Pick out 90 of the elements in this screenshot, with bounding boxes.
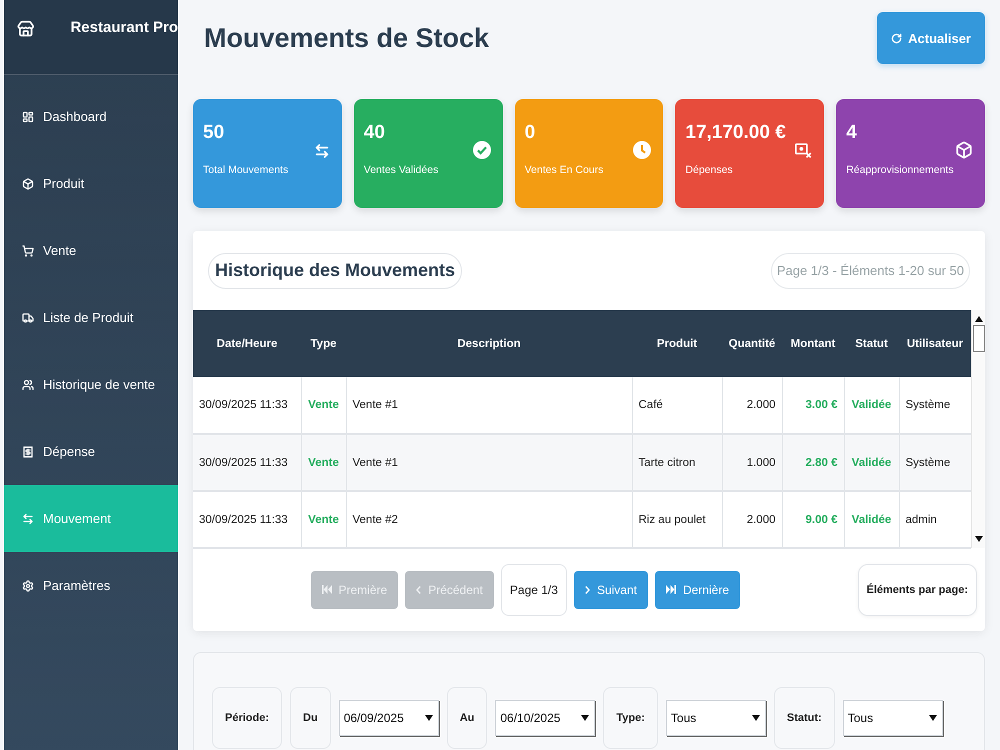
check-circle-icon: [472, 141, 491, 159]
table-cell: Validée: [844, 377, 899, 434]
swap-arrows-icon: [22, 512, 34, 524]
table-cell: admin: [899, 491, 971, 548]
table-cell: 1.000: [722, 434, 782, 491]
scrollbar[interactable]: [971, 310, 985, 548]
table-cell: 2.000: [722, 491, 782, 548]
sidebar-item[interactable]: Dashboard: [4, 83, 178, 150]
select-field[interactable]: 06/09/2025: [338, 700, 439, 736]
table-cell: Validée: [844, 434, 899, 491]
table-cell: 9.00 €: [782, 491, 844, 548]
bill-x-icon: [795, 143, 812, 159]
sidebar-item[interactable]: Vente: [4, 217, 178, 284]
table-cell: Vente #1: [346, 434, 632, 491]
caret-icon: [424, 715, 433, 721]
column-header: Description: [346, 310, 632, 377]
section-title: Historique des Mouvements: [208, 252, 462, 288]
page-title: Mouvements de Stock: [204, 22, 490, 54]
filter-label: Période:: [212, 687, 282, 749]
select-field[interactable]: Tous: [842, 700, 943, 736]
table-cell: Tarte citron: [632, 434, 722, 491]
cube-icon: [22, 178, 34, 190]
dashboard-icon: [22, 110, 34, 122]
stat-label: Réapprovisionnements: [846, 164, 955, 177]
column-header: Utilisateur: [899, 310, 971, 377]
filter-label: Du: [290, 687, 331, 749]
select-field[interactable]: Tous: [666, 700, 766, 736]
clock-icon: [633, 141, 652, 159]
page-size-label: Éléments par page:: [858, 564, 977, 616]
table-cell: 30/09/2025 11:33: [193, 434, 301, 491]
sidebar-item[interactable]: Liste de Produit: [4, 284, 178, 351]
select-field[interactable]: 06/10/2025: [495, 700, 596, 736]
filter-label: Au: [446, 687, 488, 749]
table-cell: Vente #2: [346, 491, 632, 548]
column-header: Date/Heure: [193, 310, 301, 377]
table-cell: 2.80 €: [782, 434, 844, 491]
filter-label: Statut:: [774, 687, 835, 749]
caret-icon: [928, 715, 937, 721]
column-header: Montant: [782, 310, 844, 377]
table-cell: 30/09/2025 11:33: [193, 491, 301, 548]
stat-label: Ventes En Cours: [524, 164, 604, 177]
table-cell: Vente: [301, 377, 346, 434]
settings-icon: [22, 580, 34, 592]
stat-label: Dépenses: [685, 164, 734, 177]
down-arrow-icon: [974, 536, 982, 542]
table-cell: Système: [899, 377, 971, 434]
sidebar-item[interactable]: Historique de vente: [4, 351, 178, 418]
stat-value: 40: [364, 121, 386, 145]
column-header: Produit: [632, 310, 722, 377]
sidebar-item[interactable]: Paramètres: [4, 552, 178, 619]
skip-forward-icon: [666, 585, 676, 594]
caret-icon: [581, 715, 590, 721]
chevron-right-icon: [584, 586, 590, 594]
table-cell: Système: [899, 434, 971, 491]
table-cell: Café: [632, 377, 722, 434]
stat-label: Total Mouvements: [203, 164, 290, 177]
page-info: Page 1/3 - Éléments 1-20 sur 50: [770, 252, 970, 288]
sidebar-item[interactable]: Dépense: [4, 418, 178, 485]
stat-value: 4: [846, 121, 858, 145]
up-arrow-icon: [974, 316, 982, 322]
filter-label: Type:: [603, 687, 658, 749]
receipt-icon: [22, 446, 34, 458]
table-cell: 3.00 €: [782, 377, 844, 434]
swap-arrows-icon: [314, 143, 330, 159]
stat-value: 50: [203, 121, 226, 145]
page-indicator: Page 1/3: [500, 564, 567, 616]
stat-value: 17,170.00 €: [685, 121, 787, 145]
brand-title: Restaurant Pro: [70, 18, 178, 38]
skip-back-icon: [322, 585, 332, 594]
cube-icon: [955, 141, 973, 159]
table-cell: Vente #1: [346, 377, 632, 434]
column-header: Statut: [844, 310, 899, 377]
column-header: Type: [301, 310, 346, 377]
table-cell: Vente: [301, 491, 346, 548]
column-header: Quantité: [722, 310, 782, 377]
scrollbar-thumb[interactable]: [972, 325, 984, 352]
cart-icon: [22, 244, 34, 256]
caret-icon: [752, 715, 760, 721]
chevron-left-icon: [416, 586, 422, 594]
refresh-icon: [891, 32, 902, 44]
table-cell: 30/09/2025 11:33: [193, 377, 301, 434]
table-cell: 2.000: [722, 377, 782, 434]
stat-label: Ventes Validées: [364, 164, 440, 177]
table-cell: Validée: [844, 491, 899, 548]
truck-icon: [22, 312, 34, 324]
table-cell: Vente: [301, 434, 346, 491]
sidebar-item[interactable]: Produit: [4, 150, 178, 217]
stat-value: 0: [524, 121, 536, 145]
table-cell: Riz au poulet: [632, 491, 722, 548]
users-icon: [22, 378, 34, 390]
